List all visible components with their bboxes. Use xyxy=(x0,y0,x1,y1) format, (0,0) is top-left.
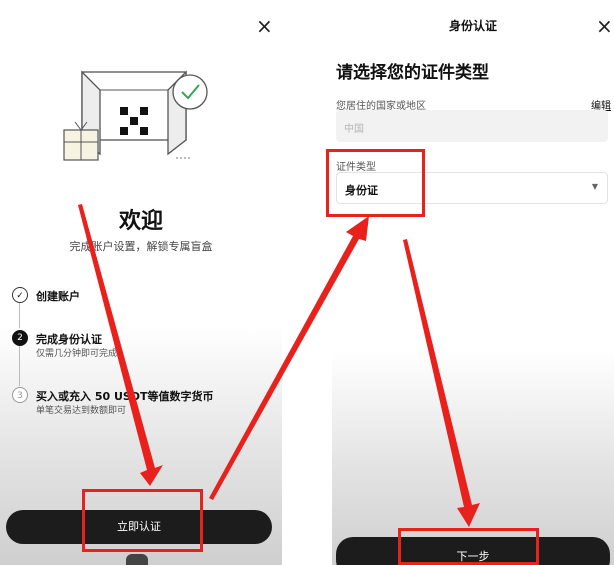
check-icon: ✓ xyxy=(12,287,28,303)
step-connector xyxy=(19,346,20,386)
highlight-verify-button xyxy=(82,489,203,552)
welcome-screen: × 欢迎 完成账户设置，解锁专属盲盒 ✓ 创建账户 2 完成身份认证 仅需几分钟… xyxy=(0,0,282,565)
country-field: 中国 xyxy=(336,110,608,142)
back-icon[interactable] xyxy=(126,554,148,565)
step-title: 买入或充入 50 USDT等值数字货币 xyxy=(36,390,214,403)
close-icon[interactable]: × xyxy=(256,16,273,36)
verification-illustration xyxy=(63,70,208,161)
identity-verification-screen: 身份认证 × 请选择您的证件类型 您居住的国家或地区 编辑 中国 证件类型 身份… xyxy=(332,0,614,565)
close-icon[interactable]: × xyxy=(596,16,613,36)
country-value: 中国 xyxy=(344,124,364,135)
chevron-down-icon: ▼ xyxy=(591,182,598,191)
step-number: 3 xyxy=(12,387,28,403)
page-header: 身份认证 xyxy=(448,19,497,33)
step-description: 仅需几分钟即可完成 xyxy=(36,349,118,359)
welcome-subtitle: 完成账户设置，解锁专属盲盒 xyxy=(69,240,213,253)
welcome-title: 欢迎 xyxy=(118,209,163,234)
page-title: 请选择您的证件类型 xyxy=(336,63,489,83)
highlight-next-button xyxy=(398,528,539,565)
step-connector xyxy=(19,303,20,328)
check-circle-icon xyxy=(172,74,208,110)
step-number: 2 xyxy=(12,330,28,346)
step-title: 创建账户 xyxy=(36,290,80,303)
step-description: 单笔交易达到数额即可 xyxy=(36,406,127,416)
step-title: 完成身份认证 xyxy=(36,333,102,346)
highlight-document-type xyxy=(326,149,425,217)
